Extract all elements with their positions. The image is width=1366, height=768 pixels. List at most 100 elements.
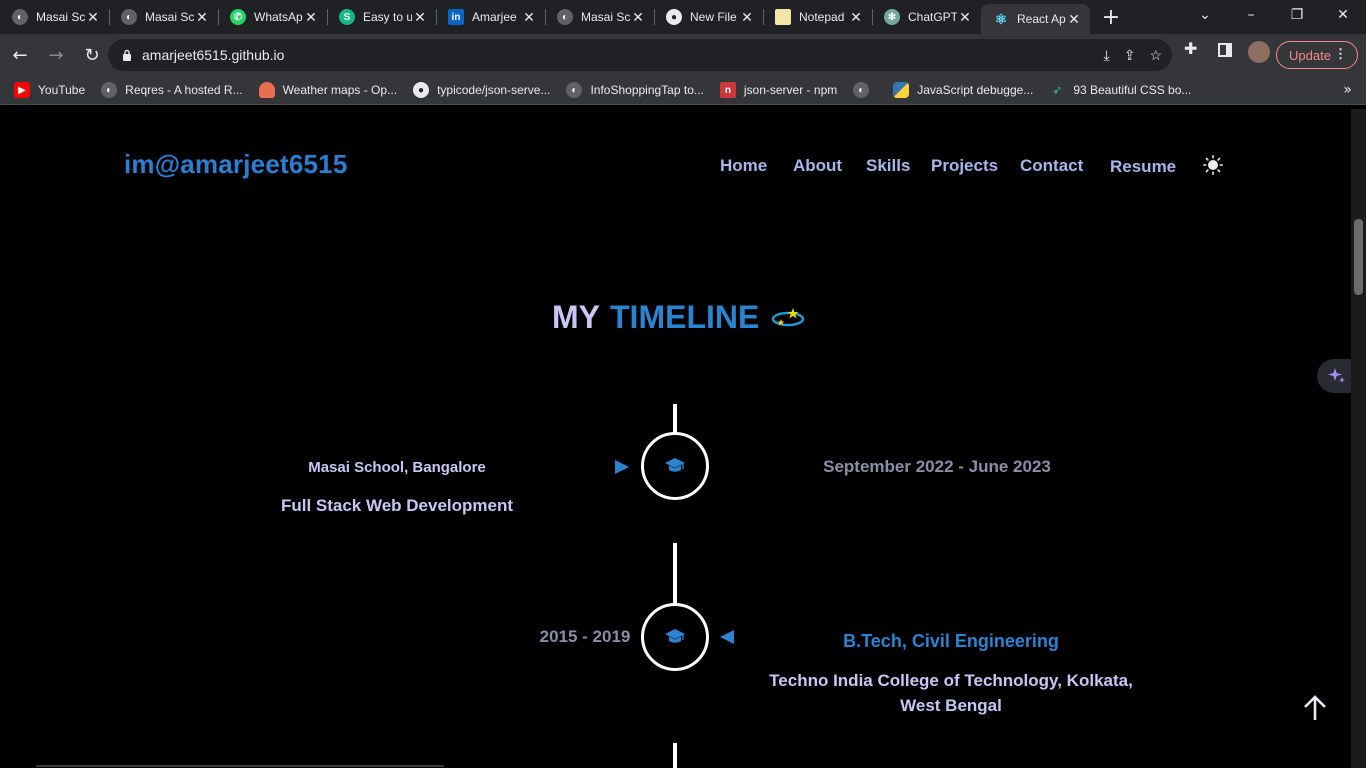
- python-icon: [893, 82, 910, 98]
- site-logo[interactable]: im@amarjeet6515: [124, 149, 348, 180]
- bookmark-item[interactable]: n json-server - npm: [719, 82, 837, 98]
- side-panel-icon[interactable]: [1218, 43, 1232, 57]
- bookmark-item[interactable]: JavaScript debugge...: [893, 82, 1033, 98]
- timeline-institution: Masai School, Bangalore: [308, 459, 486, 476]
- scrollbar-thumb[interactable]: [1354, 219, 1363, 295]
- share-icon[interactable]: ⇪: [1124, 47, 1136, 64]
- github-icon: ●: [666, 9, 682, 25]
- heading-timeline: TIMELINE: [610, 299, 760, 335]
- browser-tab-active[interactable]: ⚛ React Ap ✕: [981, 4, 1090, 34]
- orbit-stars-icon: [772, 307, 805, 326]
- nav-resume[interactable]: Resume: [1110, 157, 1176, 177]
- bookmark-item[interactable]: Weather maps - Op...: [258, 82, 397, 98]
- install-app-icon[interactable]: ⤓: [1104, 47, 1110, 64]
- close-icon[interactable]: ✕: [194, 9, 210, 26]
- theme-toggle-sun-icon[interactable]: [1203, 155, 1223, 175]
- whatsapp-icon: ✆: [230, 9, 246, 25]
- browser-tab[interactable]: ✆ WhatsAp ✕: [218, 0, 327, 34]
- ai-sparkle-button[interactable]: [1317, 359, 1351, 393]
- close-icon[interactable]: ✕: [848, 9, 864, 26]
- heading-my: MY: [552, 299, 600, 335]
- timeline-date: 2015 - 2019: [539, 627, 631, 646]
- window-close-icon[interactable]: ✕: [1326, 0, 1360, 30]
- close-icon[interactable]: ✕: [1066, 11, 1082, 28]
- forward-arrow-icon[interactable]: →: [40, 39, 72, 71]
- npm-icon: n: [719, 82, 736, 98]
- nav-about[interactable]: About: [793, 156, 842, 176]
- browser-tab[interactable]: ◐ Masai Sc ✕: [109, 0, 218, 34]
- back-arrow-icon[interactable]: ←: [4, 39, 36, 71]
- nav-skills[interactable]: Skills: [866, 156, 910, 176]
- globe-icon: ◐: [101, 82, 118, 98]
- tab-search-icon[interactable]: ⌄: [1190, 0, 1220, 30]
- close-icon[interactable]: ✕: [957, 9, 973, 26]
- notepad-icon: [775, 9, 791, 25]
- globe-icon: ◐: [566, 82, 583, 98]
- url-text: amarjeet6515.github.io: [142, 47, 285, 63]
- chatgpt-icon: ✻: [884, 9, 900, 25]
- bookmark-item[interactable]: ➶ 93 Beautiful CSS bo...: [1049, 82, 1191, 98]
- globe-icon: ◐: [853, 82, 870, 98]
- timeline-degree: B.Tech, Civil Engineering: [843, 631, 1059, 651]
- menu-dots-icon[interactable]: ⋮: [1334, 46, 1347, 62]
- sparkle-icon: [1328, 368, 1345, 383]
- more-bookmarks-icon[interactable]: »: [1343, 82, 1352, 98]
- section-heading: MY TIMELINE: [552, 299, 805, 336]
- bookmark-item[interactable]: ◐: [853, 82, 877, 98]
- scroll-to-top-arrow-icon[interactable]: [1300, 693, 1330, 723]
- browser-tab[interactable]: in Amarjee ✕: [436, 0, 545, 34]
- timeline-pointer-left: [720, 630, 734, 644]
- close-icon[interactable]: ✕: [85, 9, 101, 26]
- bookmark-item[interactable]: ● typicode/json-serve...: [413, 82, 550, 98]
- bird-icon: ➶: [1052, 83, 1063, 97]
- timeline-line: [673, 404, 677, 434]
- nav-home[interactable]: Home: [720, 156, 767, 176]
- timeline-pointer-right: [615, 460, 629, 474]
- timeline-line: [673, 543, 677, 605]
- bookmark-item[interactable]: ◐ Reqres - A hosted R...: [101, 82, 243, 98]
- close-icon[interactable]: ✕: [521, 9, 537, 26]
- nav-projects[interactable]: Projects: [931, 156, 998, 176]
- globe-icon: ◐: [557, 9, 573, 25]
- nav-contact[interactable]: Contact: [1020, 156, 1083, 176]
- globe-icon: ◐: [121, 9, 137, 25]
- profile-avatar[interactable]: [1248, 41, 1270, 63]
- timeline-date: September 2022 - June 2023: [823, 457, 1051, 476]
- browser-tab[interactable]: ● New File ✕: [654, 0, 763, 34]
- close-icon[interactable]: ✕: [303, 9, 319, 26]
- new-tab-button[interactable]: +: [1096, 2, 1126, 32]
- page-scrollbar[interactable]: [1351, 109, 1366, 768]
- restore-icon[interactable]: ❐: [1280, 0, 1314, 30]
- browser-tab-strip: ◐ Masai Sc ✕ ◐ Masai Sc ✕ ✆ WhatsAp ✕ S Easy to…: [0, 0, 1366, 34]
- update-button[interactable]: Update ⋮: [1276, 41, 1358, 69]
- extensions-icon[interactable]: ✚: [1184, 39, 1197, 58]
- timeline-course: Full Stack Web Development: [280, 496, 514, 515]
- horizontal-divider: [36, 765, 444, 767]
- browser-tab[interactable]: ✻ ChatGPT ✕: [872, 0, 981, 34]
- bookmarks-bar: ▶ YouTube ◐ Reqres - A hosted R... Weather…: [0, 76, 1366, 105]
- close-icon[interactable]: ✕: [630, 9, 646, 26]
- browser-tab[interactable]: ◐ Masai Sc ✕: [545, 0, 654, 34]
- bookmark-item[interactable]: ▶ YouTube: [14, 82, 85, 98]
- minimize-icon[interactable]: –: [1234, 0, 1268, 30]
- globe-icon: ◐: [12, 9, 28, 25]
- browser-toolbar: ← → ↻ amarjeet6515.github.io ⤓ ⇪ ☆ ✚ Upd…: [0, 34, 1366, 76]
- timeline-college: Techno India College of Technology, Kolk…: [769, 671, 1133, 715]
- browser-tab[interactable]: ◐ Masai Sc ✕: [0, 0, 109, 34]
- s-icon: S: [339, 9, 355, 25]
- bookmark-star-icon[interactable]: ☆: [1149, 47, 1162, 64]
- close-icon[interactable]: ✕: [412, 9, 428, 26]
- react-icon: ⚛: [994, 10, 1008, 27]
- browser-tab[interactable]: S Easy to u ✕: [327, 0, 436, 34]
- browser-tab[interactable]: Notepad ✕: [763, 0, 872, 34]
- close-icon[interactable]: ✕: [739, 9, 755, 26]
- linkedin-icon: in: [448, 9, 464, 25]
- bookmark-item[interactable]: ◐ InfoShoppingTap to...: [566, 82, 704, 98]
- reload-icon[interactable]: ↻: [76, 39, 108, 71]
- graduation-cap-icon: [665, 458, 685, 472]
- timeline-node: [641, 432, 709, 500]
- page-viewport: im@amarjeet6515 Home About Skills Projec…: [0, 109, 1351, 768]
- address-bar[interactable]: amarjeet6515.github.io ⤓ ⇪ ☆: [108, 39, 1172, 71]
- lock-icon: [123, 49, 131, 61]
- github-icon: ●: [413, 82, 430, 98]
